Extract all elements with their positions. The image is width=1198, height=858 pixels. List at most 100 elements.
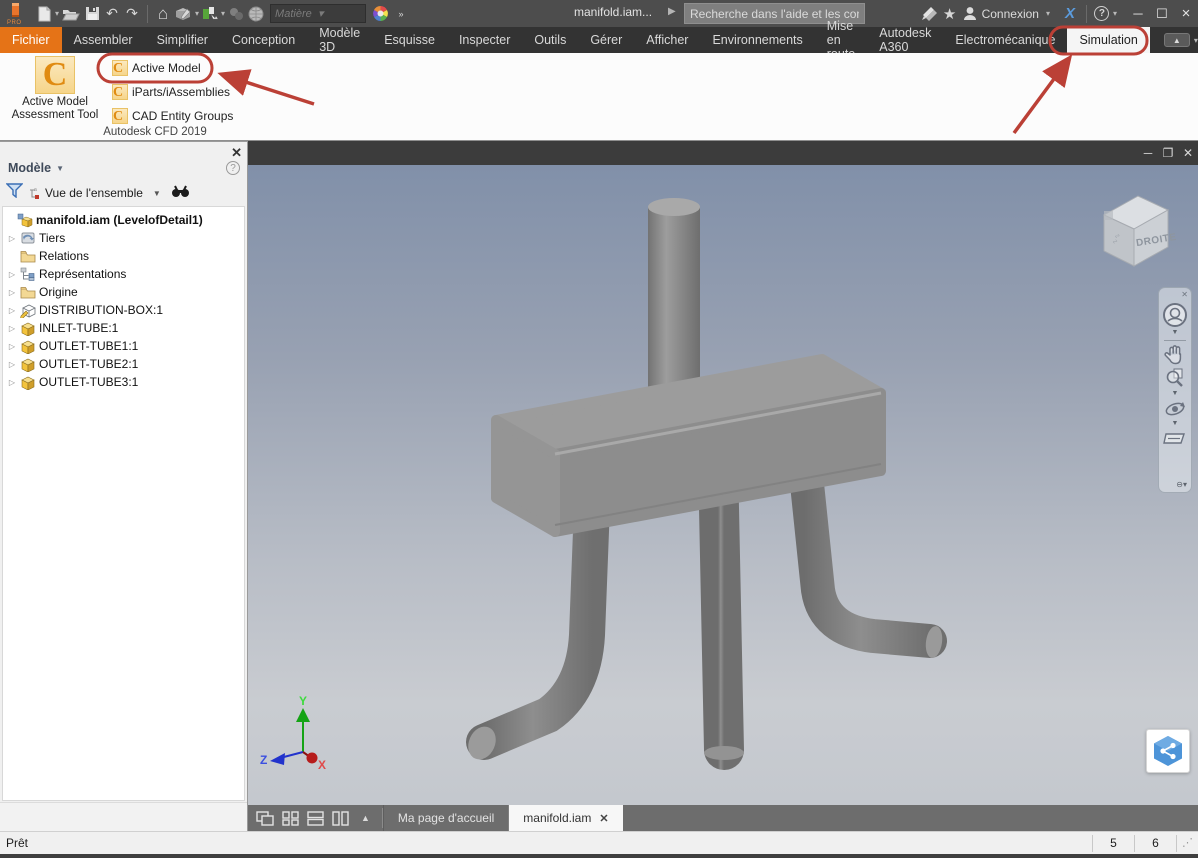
- viewcube[interactable]: DROITE ∿∿: [1092, 187, 1176, 271]
- zoom-icon[interactable]: [1164, 367, 1186, 389]
- tab-simulation[interactable]: Simulation: [1067, 27, 1150, 53]
- close-button[interactable]: ×: [1174, 0, 1198, 27]
- axis-x-label: X: [318, 758, 326, 772]
- redo-icon[interactable]: ↷: [122, 2, 142, 26]
- exchange-apps-icon[interactable]: X: [1059, 5, 1081, 22]
- active-model-button[interactable]: C Active Model: [108, 57, 205, 78]
- signin-label[interactable]: Connexion: [982, 7, 1039, 21]
- expand-arrow-icon[interactable]: ▷: [7, 270, 17, 279]
- zoom-dropdown-icon[interactable]: ▼: [1172, 390, 1179, 397]
- wheel-dropdown-icon[interactable]: ▼: [1172, 329, 1179, 336]
- doc-minimize-icon[interactable]: ─: [1138, 141, 1158, 165]
- tree-item-outlet-tube1[interactable]: ▷ OUTLET-TUBE1:1: [3, 337, 244, 355]
- resize-grip-icon[interactable]: ⋰: [1176, 834, 1198, 852]
- view-representation-selector[interactable]: a Vue de l'ensemble ▼: [29, 186, 161, 200]
- signin-dropdown-icon[interactable]: ▾: [1045, 9, 1051, 18]
- tab-gerer[interactable]: Gérer: [578, 27, 634, 53]
- open-file-icon[interactable]: [60, 2, 82, 26]
- orbit-dropdown-icon[interactable]: ▼: [1172, 420, 1179, 427]
- tree-item-origine[interactable]: ▷ Origine: [3, 283, 244, 301]
- assembly-update-icon[interactable]: [200, 2, 220, 26]
- help-dropdown-icon[interactable]: ▾: [1112, 9, 1118, 18]
- minimize-button[interactable]: ─: [1126, 0, 1150, 27]
- tree-item-distribution-box[interactable]: ▷ DISTRIBUTION-BOX:1: [3, 301, 244, 319]
- tree-item-relations[interactable]: ▷ Relations: [3, 247, 244, 265]
- mark-menu-icon[interactable]: [173, 2, 194, 26]
- a360-share-button[interactable]: [1146, 729, 1190, 773]
- 3d-canvas[interactable]: Y Z X DROITE ∿∿ ✕ ▼ ▼ ▼ ⊖▾: [248, 165, 1198, 805]
- appearance-globe-icon[interactable]: [246, 2, 266, 26]
- tab-afficher[interactable]: Afficher: [634, 27, 700, 53]
- tab-electromecanique[interactable]: Electromécanique: [943, 27, 1067, 53]
- cad-entity-groups-button[interactable]: C CAD Entity Groups: [108, 105, 237, 126]
- iparts-iassemblies-button[interactable]: C iParts/iAssemblies: [108, 81, 234, 102]
- tree-item-manifold[interactable]: manifold.iam (LevelofDetail1): [3, 211, 244, 229]
- navbar-close-icon[interactable]: ✕: [1181, 290, 1188, 299]
- tab-mise-en-route[interactable]: Mise en route: [815, 19, 867, 61]
- ribbon-collapse-icon[interactable]: ▲: [1163, 33, 1190, 47]
- doc-restore-icon[interactable]: ❐: [1158, 141, 1178, 165]
- filter-funnel-icon[interactable]: [5, 183, 24, 203]
- tab-autodesk-a360[interactable]: Autodesk A360: [867, 26, 943, 54]
- favorites-star-icon[interactable]: ★: [940, 2, 960, 26]
- expand-arrow-icon[interactable]: ▷: [7, 324, 17, 333]
- horizontal-split-icon[interactable]: [307, 810, 324, 826]
- maximize-button[interactable]: ☐: [1150, 0, 1174, 27]
- browser-title-dropdown-icon[interactable]: ▼: [56, 164, 64, 173]
- tree-item-tiers[interactable]: ▷ Tiers: [3, 229, 244, 247]
- browser-help-icon[interactable]: ?: [226, 161, 240, 175]
- expand-arrow-icon[interactable]: ▷: [7, 234, 17, 243]
- save-icon[interactable]: [82, 2, 102, 26]
- tab-list-expand-icon[interactable]: ▲: [357, 813, 374, 823]
- expand-arrow-icon[interactable]: ▷: [7, 342, 17, 351]
- tab-assembler[interactable]: Assembler: [62, 27, 145, 53]
- navbar-options-icon[interactable]: ⊖▾: [1176, 480, 1187, 489]
- home-icon[interactable]: ⌂: [153, 2, 173, 26]
- tree-item-representations[interactable]: ▷ Représentations: [3, 265, 244, 283]
- outlet-tube-left[interactable]: [463, 487, 610, 764]
- graphics-viewport[interactable]: ─ ❐ ✕ Y Z X DROITE ∿∿ ✕ ▼ ▼ ▼ ⊖▾: [248, 141, 1198, 805]
- orbit-icon[interactable]: [1164, 399, 1186, 419]
- title-flyout-arrow-icon[interactable]: ▶: [668, 6, 676, 17]
- expand-arrow-icon[interactable]: ▷: [7, 378, 17, 387]
- view-selector-dropdown-icon[interactable]: ▼: [153, 189, 161, 198]
- look-at-icon[interactable]: [1163, 429, 1187, 447]
- tree-item-outlet-tube3[interactable]: ▷ OUTLET-TUBE3:1: [3, 373, 244, 391]
- find-binoculars-icon[interactable]: [171, 184, 190, 203]
- doc-close-icon[interactable]: ✕: [1178, 141, 1198, 165]
- tab-fichier[interactable]: Fichier: [0, 27, 62, 53]
- tab-esquisse[interactable]: Esquisse: [372, 27, 447, 53]
- active-model-assessment-tool-button[interactable]: C Active Model Assessment Tool: [6, 56, 104, 128]
- overflow-chevrons-icon[interactable]: »: [391, 2, 411, 26]
- expand-arrow-icon[interactable]: ▷: [7, 360, 17, 369]
- tree-item-outlet-tube2[interactable]: ▷ OUTLET-TUBE2:1: [3, 355, 244, 373]
- send-to-a360-icon[interactable]: [919, 2, 940, 26]
- new-file-icon[interactable]: [34, 2, 54, 26]
- tab-modele-3d[interactable]: Modèle 3D: [307, 26, 372, 54]
- pan-hand-icon[interactable]: [1164, 345, 1186, 365]
- cascade-windows-icon[interactable]: [256, 810, 274, 826]
- manifold-3d-model[interactable]: Y Z X: [248, 165, 1198, 805]
- tab-simplifier[interactable]: Simplifier: [145, 27, 220, 53]
- tab-environnements[interactable]: Environnements: [700, 27, 814, 53]
- tree-item-inlet-tube[interactable]: ▷ INLET-TUBE:1: [3, 319, 244, 337]
- tile-windows-icon[interactable]: [282, 810, 299, 826]
- undo-icon[interactable]: ↶: [102, 2, 122, 26]
- tab-home-page[interactable]: Ma page d'accueil: [382, 805, 510, 831]
- expand-arrow-icon[interactable]: ▷: [7, 306, 17, 315]
- tab-inspecter[interactable]: Inspecter: [447, 27, 522, 53]
- browser-close-icon[interactable]: ✕: [231, 145, 242, 161]
- help-icon[interactable]: ?: [1092, 2, 1112, 26]
- browser-panel-title[interactable]: Modèle: [8, 161, 51, 175]
- color-wheel-icon[interactable]: [370, 2, 391, 26]
- tab-outils[interactable]: Outils: [522, 27, 578, 53]
- ribbon-collapse-dropdown-icon[interactable]: ▾: [1193, 36, 1198, 45]
- user-icon[interactable]: [960, 2, 980, 26]
- inventor-logo-icon[interactable]: PRO: [4, 2, 28, 26]
- expand-arrow-icon[interactable]: ▷: [7, 288, 17, 297]
- tab-conception[interactable]: Conception: [220, 27, 307, 53]
- tab-close-icon[interactable]: ✕: [599, 812, 608, 825]
- navigation-wheel-icon[interactable]: [1162, 302, 1188, 328]
- tab-manifold-iam[interactable]: manifold.iam ✕: [509, 805, 623, 831]
- vertical-split-icon[interactable]: [332, 810, 349, 826]
